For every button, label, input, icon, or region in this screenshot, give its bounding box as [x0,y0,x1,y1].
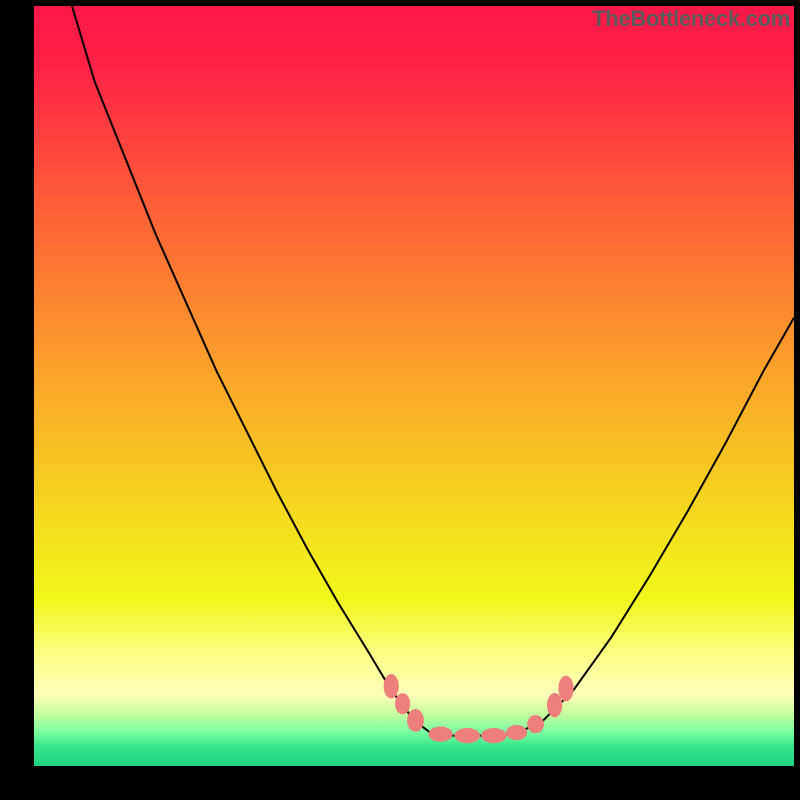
marker [547,693,562,717]
marker-group [384,674,574,743]
marker [407,709,424,732]
outer-frame: TheBottleneck.com [0,0,800,800]
bottleneck-curve [72,6,794,736]
marker [395,693,410,714]
curve-layer [34,6,794,766]
marker [428,727,452,742]
plot-area [34,6,794,766]
marker [481,728,507,743]
marker [506,725,527,740]
marker [384,674,399,698]
marker [454,728,480,743]
marker [558,676,573,702]
marker [527,715,544,733]
